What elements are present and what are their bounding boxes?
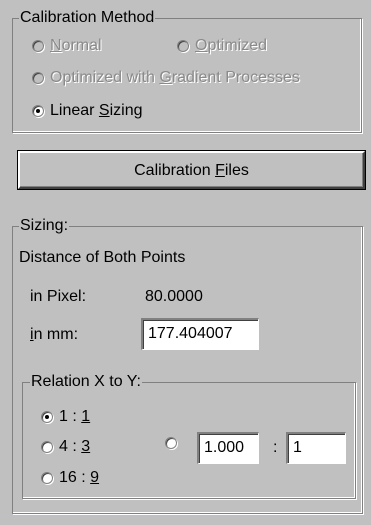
- in-mm-label: in mm:: [30, 326, 79, 343]
- radio-ratio-custom-indicator: [165, 437, 177, 449]
- radio-ratio-custom[interactable]: [165, 437, 183, 449]
- radio-ratio-4-3[interactable]: 4 : 3: [41, 437, 90, 457]
- ratio-x-field[interactable]: 1.000: [197, 432, 259, 464]
- radio-ratio-16-9-indicator: [41, 472, 53, 484]
- in-pixel-label: in Pixel:: [30, 288, 87, 305]
- calibration-files-label: Calibration Files: [134, 162, 249, 179]
- radio-normal[interactable]: Normal: [32, 36, 102, 56]
- ratio-separator: :: [273, 439, 278, 456]
- radio-optimized-label: Optimized: [195, 37, 268, 54]
- radio-linear-sizing-label: Linear Sizing: [50, 102, 143, 119]
- radio-ratio-1-1-indicator: [41, 411, 53, 423]
- radio-optimized[interactable]: Optimized: [177, 36, 267, 56]
- radio-ratio-4-3-label: 4 : 3: [59, 438, 91, 455]
- ratio-y-field[interactable]: 1: [286, 432, 346, 464]
- radio-normal-indicator: [32, 40, 44, 52]
- radio-ratio-1-1-label: 1 : 1: [59, 408, 91, 425]
- radio-optimized-indicator: [177, 40, 189, 52]
- distance-heading: Distance of Both Points: [19, 249, 186, 266]
- radio-ratio-4-3-indicator: [41, 441, 53, 453]
- radio-linear-sizing-indicator: [32, 105, 44, 117]
- sizing-legend: Sizing:: [19, 217, 70, 235]
- in-pixel-value: 80.0000: [145, 288, 203, 305]
- radio-optimized-gradient-indicator: [32, 72, 44, 84]
- radio-optimized-gradient-label: Optimized with Gradient Processes: [50, 69, 300, 86]
- radio-ratio-1-1[interactable]: 1 : 1: [41, 407, 90, 427]
- radio-ratio-16-9-label: 16 : 9: [59, 469, 100, 486]
- radio-linear-sizing[interactable]: Linear Sizing: [32, 101, 143, 121]
- in-mm-field[interactable]: 177.404007: [141, 318, 259, 350]
- calibration-method-legend: Calibration Method: [19, 9, 156, 27]
- calibration-files-button[interactable]: Calibration Files: [17, 150, 366, 190]
- radio-ratio-16-9[interactable]: 16 : 9: [41, 468, 99, 488]
- radio-normal-label: Normal: [50, 37, 102, 54]
- radio-optimized-gradient[interactable]: Optimized with Gradient Processes: [32, 68, 300, 88]
- relation-legend: Relation X to Y:: [30, 373, 142, 391]
